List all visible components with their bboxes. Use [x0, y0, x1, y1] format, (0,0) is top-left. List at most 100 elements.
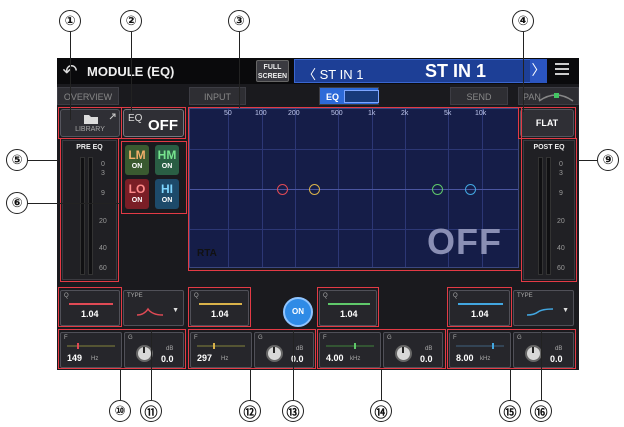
high-mid-freq-marker	[354, 343, 356, 349]
freq-label-2k: 2k	[401, 110, 409, 117]
hm-band-button[interactable]: HM ON	[155, 145, 179, 175]
low-mid-band-node[interactable]	[309, 184, 320, 195]
high-mid-gain-control[interactable]: G dB 0.0	[383, 332, 443, 368]
lo-band-state: ON	[131, 197, 143, 204]
grid-line	[405, 109, 406, 267]
high-gain-control[interactable]: G dB 0.0	[513, 332, 574, 368]
low-band-node[interactable]	[277, 184, 288, 195]
grid-line	[190, 149, 518, 150]
previous-channel-button[interactable]: 〈 ST IN 1	[303, 64, 363, 83]
low-gain-control[interactable]: G dB 0.0	[124, 332, 184, 368]
pre-eq-scale-20: 20	[99, 218, 107, 225]
low-q-label: Q	[64, 293, 69, 299]
high-q-label: Q	[453, 293, 458, 299]
lo-band-name: LO	[128, 182, 146, 196]
pan-indicator-icon	[538, 93, 574, 102]
low-mid-q-value: 1.04	[211, 309, 229, 319]
low-type-select[interactable]: TYPE ▼	[123, 290, 184, 326]
high-mid-freq-value: 4.00	[326, 353, 344, 363]
next-channel-button[interactable]: 〉	[530, 59, 547, 83]
callout-11: ⑪	[140, 400, 162, 422]
full-screen-label-1: FULL	[263, 64, 282, 71]
low-mid-gain-control[interactable]: G dB 0.0	[254, 332, 314, 368]
freq-label-1k: 1k	[368, 110, 376, 117]
low-mid-q-control[interactable]: Q 1.04	[190, 290, 249, 326]
flat-button[interactable]: FLAT	[520, 109, 574, 137]
high-type-select[interactable]: TYPE ▼	[513, 290, 574, 326]
eq-graph[interactable]: 50 100 200 500 1k 2k 5k 10k OFF	[189, 108, 519, 268]
low-gain-value: 0.0	[161, 354, 174, 364]
hi-band-state: ON	[161, 197, 173, 204]
rta-button[interactable]: ON	[283, 297, 313, 327]
menu-icon[interactable]	[555, 63, 569, 77]
callout-2: ②	[120, 10, 142, 32]
low-freq-bar	[67, 345, 115, 347]
graph-off-text: OFF	[427, 221, 502, 262]
eq-onoff-state: OFF	[148, 117, 178, 134]
channel-selector[interactable]: 〈 ST IN 1 ST IN 1	[294, 59, 547, 83]
hi-band-button[interactable]: HI ON	[155, 179, 179, 209]
high-mid-gain-knob[interactable]	[395, 345, 412, 362]
leader-12	[250, 370, 251, 400]
low-q-bar	[69, 303, 113, 305]
low-mid-gain-knob[interactable]	[266, 345, 283, 362]
pre-eq-scale-40: 40	[99, 245, 107, 252]
leader-5	[28, 160, 58, 161]
lm-band-button[interactable]: LM ON	[125, 145, 149, 175]
high-gain-label: G	[517, 335, 522, 341]
low-mid-freq-control[interactable]: F 297 Hz	[190, 332, 252, 368]
high-mid-gain-label: G	[387, 335, 392, 341]
callout-13: ⑬	[282, 400, 304, 422]
leader-11	[151, 330, 152, 400]
grid-line	[262, 109, 263, 267]
pre-eq-title: PRE EQ	[76, 144, 103, 151]
leader-15	[510, 370, 511, 400]
high-mid-band-node[interactable]	[432, 184, 443, 195]
high-mid-q-value: 1.04	[340, 309, 358, 319]
freq-label-50: 50	[224, 110, 232, 117]
post-eq-scale-9: 9	[559, 190, 563, 197]
high-gain-knob[interactable]	[525, 345, 542, 362]
grid-line	[338, 109, 339, 267]
low-freq-control[interactable]: F 149 Hz	[60, 332, 122, 368]
low-freq-unit: Hz	[91, 356, 99, 362]
high-freq-label: F	[453, 335, 457, 341]
pre-eq-scale-3: 3	[101, 170, 105, 177]
leader-2	[131, 32, 132, 112]
callout-9: ⑨	[597, 149, 619, 171]
post-eq-title: POST EQ	[533, 144, 565, 151]
lo-band-button[interactable]: LO ON	[125, 179, 149, 209]
device-screen: ↶ MODULE (EQ) FULL SCREEN 〈 ST IN 1 ST I…	[57, 58, 579, 370]
tab-overview[interactable]: OVERVIEW	[57, 87, 119, 105]
high-mid-freq-control[interactable]: F 4.00 kHz	[319, 332, 381, 368]
high-freq-control[interactable]: F 8.00 kHz	[449, 332, 511, 368]
freq-label-10k: 10k	[475, 110, 487, 117]
shelf-curve-icon	[526, 308, 554, 316]
full-screen-button[interactable]: FULL SCREEN	[256, 60, 289, 82]
high-q-control[interactable]: Q 1.04	[449, 290, 510, 326]
pre-eq-scale-9: 9	[101, 190, 105, 197]
library-label: LIBRARY	[75, 126, 105, 133]
high-mid-q-label: Q	[323, 293, 328, 299]
grid-line	[295, 109, 296, 267]
low-q-control[interactable]: Q 1.04	[60, 290, 120, 326]
high-mid-gain-value: 0.0	[420, 354, 433, 364]
high-mid-freq-bar	[326, 345, 374, 347]
library-button[interactable]: LIBRARY	[60, 109, 120, 137]
tab-input[interactable]: INPUT	[189, 87, 246, 105]
high-freq-bar	[456, 345, 504, 347]
high-gain-value: 0.0	[550, 354, 563, 364]
hi-band-name: HI	[161, 182, 173, 196]
leader-4	[523, 32, 524, 112]
callout-1: ①	[59, 10, 81, 32]
pre-eq-meter-right	[88, 157, 93, 275]
leader-14	[381, 370, 382, 400]
eq-onoff-button[interactable]: EQ OFF	[123, 109, 184, 137]
high-mid-freq-label: F	[323, 335, 327, 341]
high-mid-q-control[interactable]: Q 1.04	[319, 290, 377, 326]
low-freq-label: F	[64, 335, 68, 341]
tab-send[interactable]: SEND	[450, 87, 508, 105]
high-freq-unit: kHz	[480, 356, 491, 362]
high-band-node[interactable]	[465, 184, 476, 195]
post-eq-scale-3: 3	[559, 170, 563, 177]
